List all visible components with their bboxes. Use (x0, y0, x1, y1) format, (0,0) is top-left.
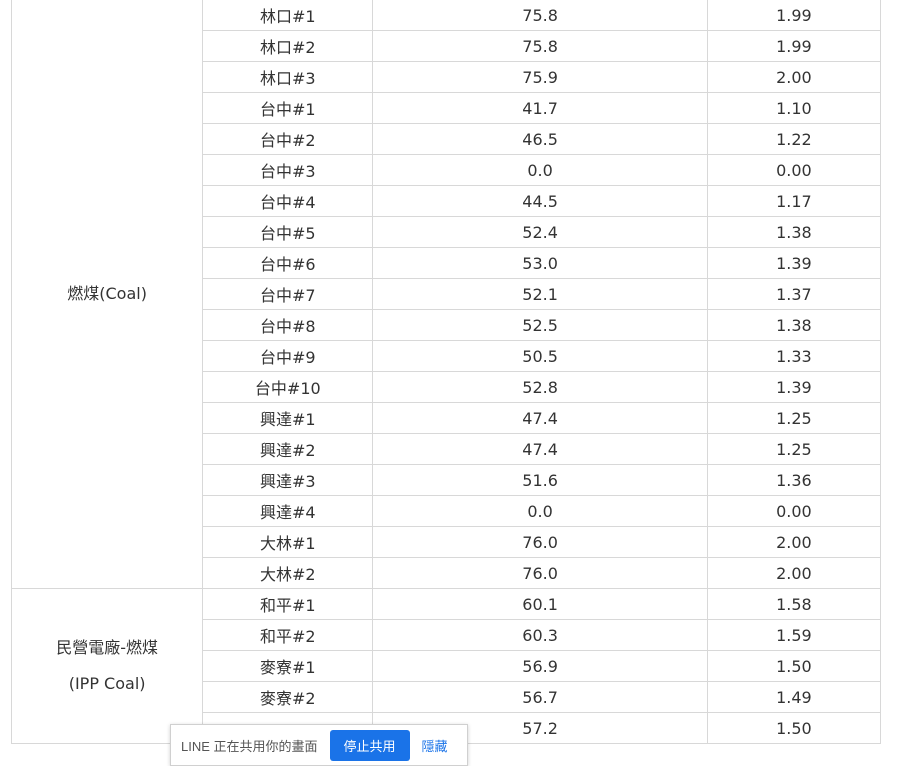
output-ratio-cell: 1.10 (706, 92, 882, 124)
net-output-cell: 52.1 (372, 278, 708, 310)
output-ratio-cell: 1.38 (706, 216, 882, 248)
table-row: 燃煤(Coal) 林口#1 75.8 1.99 (10, 0, 882, 589)
unit-name-cell: 興達#4 (202, 495, 374, 527)
net-output-cell: 60.1 (372, 588, 708, 620)
net-output-cell: 56.9 (372, 650, 708, 682)
net-output-cell: 56.7 (372, 681, 708, 713)
unit-name-cell: 林口#3 (202, 61, 374, 93)
net-output-cell: 50.5 (372, 340, 708, 372)
net-output-cell: 41.7 (372, 92, 708, 124)
output-ratio-cell: 1.50 (706, 712, 882, 744)
stop-sharing-button[interactable]: 停止共用 (329, 729, 410, 761)
unit-name-cell: 麥寮#2 (202, 681, 374, 713)
output-ratio-cell: 1.37 (706, 278, 882, 310)
generator-table-body: 燃煤(Coal) 林口#1 75.8 1.99 林口#2 75.8 1.99 林口#3 75.9… (10, 0, 882, 744)
table-row: 民營電廠-燃煤 (IPP Coal) 和平#1 60.1 1.58 (10, 588, 882, 744)
output-ratio-cell: 1.33 (706, 340, 882, 372)
net-output-cell: 52.8 (372, 371, 708, 403)
unit-name-cell: 和平#2 (202, 619, 374, 651)
fuel-category-label: (IPP Coal) (68, 674, 146, 693)
unit-name-cell: 麥寮#1 (202, 650, 374, 682)
output-ratio-cell: 1.58 (706, 588, 882, 620)
output-ratio-cell: 0.00 (706, 154, 882, 186)
unit-name-cell: 大林#2 (202, 557, 374, 589)
generator-table-container: 燃煤(Coal) 林口#1 75.8 1.99 林口#2 75.8 1.99 林口#3 75.9… (10, 0, 882, 744)
output-ratio-cell: 2.00 (706, 557, 882, 589)
unit-name-cell: 台中#2 (202, 123, 374, 155)
screen-share-popup: LINE 正在共用你的畫面 停止共用 隱藏 (170, 724, 468, 766)
fuel-category-cell: 燃煤(Coal) (10, 0, 204, 589)
net-output-cell: 60.3 (372, 619, 708, 651)
fuel-category-label: 民營電廠-燃煤 (56, 638, 158, 657)
output-ratio-cell: 1.99 (706, 30, 882, 62)
output-ratio-cell: 0.00 (706, 495, 882, 527)
fuel-category-label: 燃煤(Coal) (67, 284, 147, 303)
net-output-cell: 75.8 (372, 30, 708, 62)
unit-name-cell: 台中#5 (202, 216, 374, 248)
unit-name-cell: 台中#4 (202, 185, 374, 217)
net-output-cell: 46.5 (372, 123, 708, 155)
screen-share-text: LINE 正在共用你的畫面 (181, 738, 318, 754)
net-output-cell: 76.0 (372, 526, 708, 558)
output-ratio-cell: 2.00 (706, 526, 882, 558)
net-output-cell: 44.5 (372, 185, 708, 217)
net-output-cell: 52.5 (372, 309, 708, 341)
output-ratio-cell: 1.59 (706, 619, 882, 651)
unit-name-cell: 台中#6 (202, 247, 374, 279)
net-output-cell: 47.4 (372, 433, 708, 465)
output-ratio-cell: 1.99 (706, 0, 882, 31)
net-output-cell: 76.0 (372, 557, 708, 589)
output-ratio-cell: 1.39 (706, 371, 882, 403)
output-ratio-cell: 1.25 (706, 402, 882, 434)
unit-name-cell: 大林#1 (202, 526, 374, 558)
generator-table: 燃煤(Coal) 林口#1 75.8 1.99 林口#2 75.8 1.99 林口#3 75.9… (10, 0, 882, 744)
net-output-cell: 51.6 (372, 464, 708, 496)
unit-name-cell: 台中#9 (202, 340, 374, 372)
unit-name-cell: 台中#8 (202, 309, 374, 341)
unit-name-cell: 台中#3 (202, 154, 374, 186)
output-ratio-cell: 1.38 (706, 309, 882, 341)
unit-name-cell: 興達#2 (202, 433, 374, 465)
output-ratio-cell: 1.25 (706, 433, 882, 465)
unit-name-cell: 興達#1 (202, 402, 374, 434)
output-ratio-cell: 1.50 (706, 650, 882, 682)
unit-name-cell: 台中#1 (202, 92, 374, 124)
net-output-cell: 75.8 (372, 0, 708, 31)
unit-name-cell: 林口#1 (202, 0, 374, 31)
net-output-cell: 52.4 (372, 216, 708, 248)
net-output-cell: 0.0 (372, 154, 708, 186)
unit-name-cell: 台中#10 (202, 371, 374, 403)
net-output-cell: 47.4 (372, 402, 708, 434)
output-ratio-cell: 1.49 (706, 681, 882, 713)
net-output-cell: 53.0 (372, 247, 708, 279)
output-ratio-cell: 1.39 (706, 247, 882, 279)
unit-name-cell: 台中#7 (202, 278, 374, 310)
output-ratio-cell: 2.00 (706, 61, 882, 93)
output-ratio-cell: 1.36 (706, 464, 882, 496)
fuel-category-cell: 民營電廠-燃煤 (IPP Coal) (10, 588, 204, 744)
output-ratio-cell: 1.17 (706, 185, 882, 217)
net-output-cell: 0.0 (372, 495, 708, 527)
unit-name-cell: 興達#3 (202, 464, 374, 496)
output-ratio-cell: 1.22 (706, 123, 882, 155)
unit-name-cell: 林口#2 (202, 30, 374, 62)
net-output-cell: 75.9 (372, 61, 708, 93)
unit-name-cell: 和平#1 (202, 588, 374, 620)
hide-link[interactable]: 隱藏 (422, 736, 448, 755)
